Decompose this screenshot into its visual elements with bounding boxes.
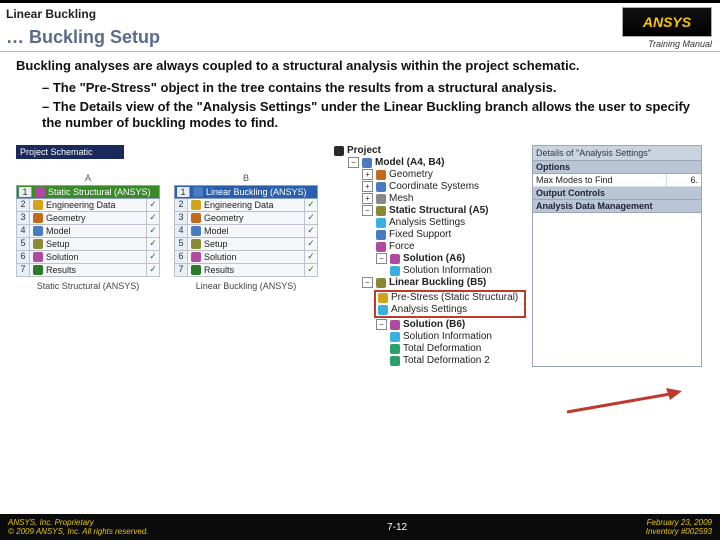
training-manual-label: Training Manual — [622, 39, 712, 49]
system-cell[interactable]: 7Results✓ — [174, 264, 318, 277]
outline-tree: Project −Model (A4, B4) +Geometry +Coord… — [334, 145, 526, 367]
tree-node[interactable]: +Mesh — [362, 193, 526, 205]
system-cell[interactable]: 4Model✓ — [16, 225, 160, 238]
tree-node[interactable]: Fixed Support — [376, 229, 526, 241]
schematic-title: Project Schematic — [16, 145, 124, 159]
slide-footer: ANSYS, Inc. Proprietary © 2009 ANSYS, In… — [0, 514, 720, 540]
system-cell[interactable]: 4Model✓ — [174, 225, 318, 238]
tree-node[interactable]: Analysis Settings — [376, 217, 526, 229]
column-letter: B — [174, 173, 318, 183]
tree-node[interactable]: Project — [334, 145, 526, 157]
system-cell[interactable]: 5Setup✓ — [174, 238, 318, 251]
system-header[interactable]: 1 Static Structural (ANSYS) — [16, 185, 160, 199]
intro-text: Buckling analyses are always coupled to … — [16, 58, 706, 74]
footer-date: February 23, 2009 — [646, 518, 712, 527]
bullet-item: The "Pre-Stress" object in the tree cont… — [42, 80, 706, 96]
ansys-logo: ANSYS — [622, 7, 712, 37]
tree-node[interactable]: −Solution (A6) — [376, 253, 526, 265]
system-footer: Static Structural (ANSYS) — [16, 281, 160, 291]
highlighted-nodes: Pre-Stress (Static Structural) Analysis … — [374, 290, 526, 318]
details-group[interactable]: Output Controls — [533, 187, 701, 200]
project-schematic-panel: Project Schematic A 1 Static Structural … — [16, 145, 328, 367]
footer-copyright: © 2009 ANSYS, Inc. All rights reserved. — [8, 527, 148, 536]
system-cell[interactable]: 2Engineering Data✓ — [16, 199, 160, 212]
tree-node[interactable]: Pre-Stress (Static Structural) — [378, 292, 522, 304]
tree-node[interactable]: Solution Information — [390, 331, 526, 343]
tree-node[interactable]: Analysis Settings — [378, 304, 522, 316]
system-cell[interactable]: 3Geometry✓ — [174, 212, 318, 225]
tree-node[interactable]: Solution Information — [390, 265, 526, 277]
details-row[interactable]: Max Modes to Find 6. — [533, 174, 701, 187]
tree-node[interactable]: +Coordinate Systems — [362, 181, 526, 193]
details-title: Details of "Analysis Settings" — [533, 146, 701, 161]
tree-node[interactable]: +Geometry — [362, 169, 526, 181]
page-number: 7-12 — [387, 522, 407, 533]
column-letter: A — [16, 173, 160, 183]
system-cell[interactable]: 7Results✓ — [16, 264, 160, 277]
tree-node[interactable]: −Solution (B6) — [376, 319, 526, 331]
slide-title: … Buckling Setup — [6, 27, 160, 48]
footer-inventory: Inventory #002593 — [646, 527, 712, 536]
bullet-item: The Details view of the "Analysis Settin… — [42, 99, 706, 132]
system-cell[interactable]: 3Geometry✓ — [16, 212, 160, 225]
tree-node[interactable]: −Linear Buckling (B5) — [362, 277, 526, 289]
system-cell[interactable]: 5Setup✓ — [16, 238, 160, 251]
system-cell[interactable]: 6Solution✓ — [174, 251, 318, 264]
system-header[interactable]: 1 Linear Buckling (ANSYS) — [174, 185, 318, 199]
system-b: B 1 Linear Buckling (ANSYS) 2Engineering… — [174, 173, 318, 291]
tree-node[interactable]: Total Deformation 2 — [390, 355, 526, 367]
footer-proprietary: ANSYS, Inc. Proprietary — [8, 518, 148, 527]
chapter-title: Linear Buckling — [6, 7, 160, 21]
tree-node[interactable]: Total Deformation — [390, 343, 526, 355]
system-a: A 1 Static Structural (ANSYS) 2Engineeri… — [16, 173, 160, 291]
details-panel: Details of "Analysis Settings" Options M… — [532, 145, 702, 367]
tree-node[interactable]: Force — [376, 241, 526, 253]
details-group[interactable]: Analysis Data Management — [533, 200, 701, 213]
system-cell[interactable]: 2Engineering Data✓ — [174, 199, 318, 212]
callout-arrow-icon — [562, 388, 682, 416]
tree-node[interactable]: −Model (A4, B4) — [348, 157, 526, 169]
system-cell[interactable]: 6Solution✓ — [16, 251, 160, 264]
details-group[interactable]: Options — [533, 161, 701, 174]
system-footer: Linear Buckling (ANSYS) — [174, 281, 318, 291]
tree-node[interactable]: −Static Structural (A5) — [362, 205, 526, 217]
